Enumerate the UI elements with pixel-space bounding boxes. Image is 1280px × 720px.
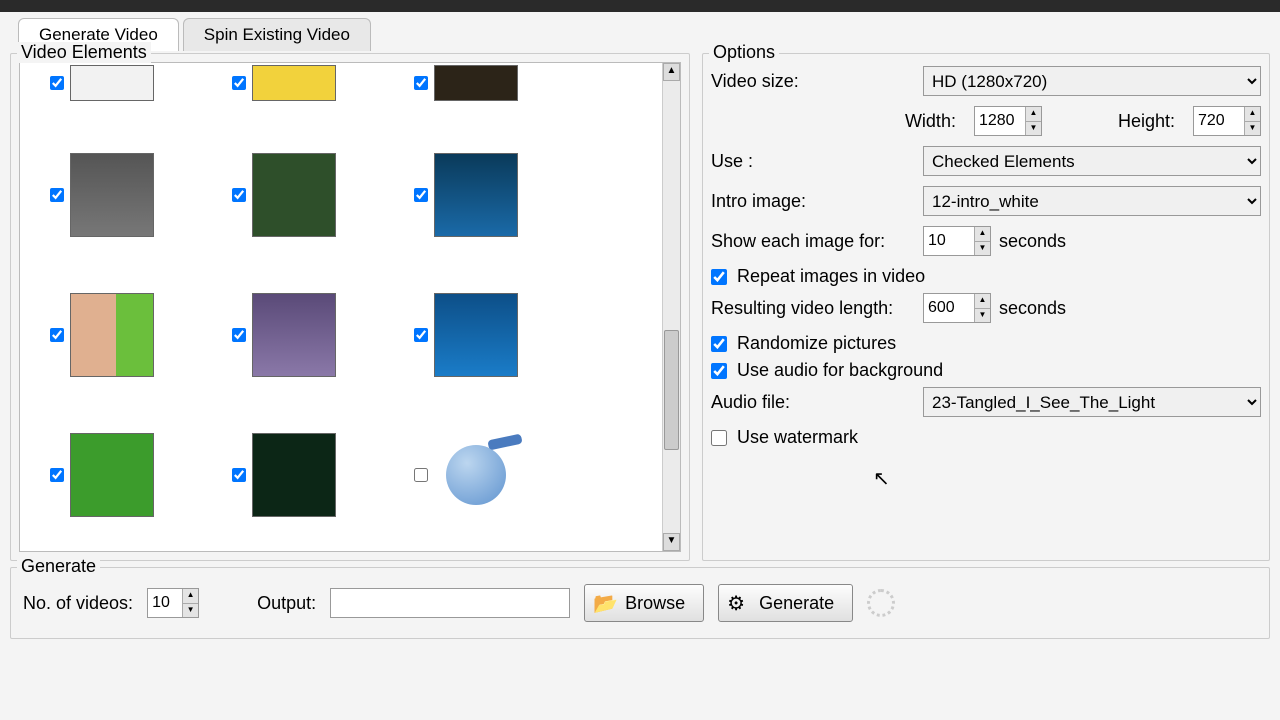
options-title: Options — [709, 42, 779, 63]
browse-button[interactable]: 📂Browse — [584, 584, 704, 622]
video-size-label: Video size: — [711, 71, 915, 92]
element-check[interactable] — [50, 188, 64, 202]
element-thumb[interactable] — [70, 433, 154, 517]
element-check[interactable] — [232, 328, 246, 342]
element-thumb[interactable] — [252, 293, 336, 377]
generate-group: Generate No. of videos: ▲▼ Output: 📂Brow… — [10, 567, 1270, 639]
element-check[interactable] — [50, 76, 64, 90]
height-label: Height: — [1118, 111, 1175, 132]
height-stepper[interactable]: ▲▼ — [1193, 106, 1261, 136]
element-thumb[interactable] — [70, 293, 154, 377]
no-videos-input[interactable] — [148, 589, 182, 617]
element-check[interactable] — [414, 76, 428, 90]
audio-file-label: Audio file: — [711, 392, 915, 413]
audio-file-select[interactable]: 23-Tangled_I_See_The_Light — [923, 387, 1261, 417]
length-stepper[interactable]: ▲▼ — [923, 293, 991, 323]
show-each-label: Show each image for: — [711, 231, 915, 252]
no-videos-label: No. of videos: — [23, 593, 133, 614]
scroll-up-icon[interactable]: ▲ — [663, 63, 680, 81]
tab-bar: Generate Video Spin Existing Video — [0, 12, 1280, 51]
repeat-label: Repeat images in video — [737, 266, 925, 287]
width-stepper[interactable]: ▲▼ — [974, 106, 1042, 136]
scrollbar[interactable]: ▲ ▼ — [662, 63, 680, 551]
element-thumb[interactable] — [434, 153, 518, 237]
folder-icon: 📂 — [593, 591, 618, 616]
length-label: Resulting video length: — [711, 298, 915, 319]
gear-icon: ⚙ — [727, 591, 745, 616]
use-audio-label: Use audio for background — [737, 360, 943, 381]
element-thumb[interactable] — [70, 153, 154, 237]
output-label: Output: — [257, 593, 316, 614]
element-check[interactable] — [232, 76, 246, 90]
randomize-checkbox[interactable] — [711, 336, 727, 352]
element-check[interactable] — [50, 328, 64, 342]
no-videos-stepper[interactable]: ▲▼ — [147, 588, 199, 618]
show-each-input[interactable] — [924, 227, 974, 255]
output-input[interactable] — [330, 588, 570, 618]
scroll-down-icon[interactable]: ▼ — [663, 533, 680, 551]
element-check[interactable] — [414, 188, 428, 202]
use-label: Use : — [711, 151, 915, 172]
show-each-stepper[interactable]: ▲▼ — [923, 226, 991, 256]
video-elements-title: Video Elements — [17, 42, 151, 63]
width-label: Width: — [905, 111, 956, 132]
element-thumb[interactable] — [70, 65, 154, 101]
watermark-checkbox[interactable] — [711, 430, 727, 446]
height-input[interactable] — [1194, 107, 1244, 135]
use-select[interactable]: Checked Elements — [923, 146, 1261, 176]
element-thumb[interactable] — [434, 293, 518, 377]
elements-scroll: ▲ ▼ — [19, 62, 681, 552]
element-check[interactable] — [50, 468, 64, 482]
randomize-label: Randomize pictures — [737, 333, 896, 354]
length-input[interactable] — [924, 294, 974, 322]
width-input[interactable] — [975, 107, 1025, 135]
seconds-label-2: seconds — [999, 298, 1066, 319]
audio-icon — [446, 445, 506, 505]
repeat-checkbox[interactable] — [711, 269, 727, 285]
element-thumb[interactable] — [252, 65, 336, 101]
progress-spinner-icon — [867, 589, 895, 617]
app-toolbar — [0, 0, 1280, 12]
generate-button[interactable]: ⚙Generate — [718, 584, 853, 622]
element-thumb[interactable] — [252, 433, 336, 517]
seconds-label: seconds — [999, 231, 1066, 252]
element-thumb[interactable] — [434, 65, 518, 101]
element-check[interactable] — [232, 468, 246, 482]
intro-select[interactable]: 12-intro_white — [923, 186, 1261, 216]
options-group: Options Video size: HD (1280x720) Width:… — [702, 53, 1270, 561]
video-elements-group: Video Elements — [10, 53, 690, 561]
tab-spin-existing[interactable]: Spin Existing Video — [183, 18, 371, 51]
use-audio-checkbox[interactable] — [711, 363, 727, 379]
generate-title: Generate — [17, 556, 100, 577]
watermark-label: Use watermark — [737, 427, 858, 448]
element-thumb-audio[interactable] — [434, 433, 518, 517]
scroll-thumb[interactable] — [664, 330, 679, 450]
element-check[interactable] — [414, 468, 428, 482]
intro-label: Intro image: — [711, 191, 915, 212]
element-check[interactable] — [232, 188, 246, 202]
element-thumb[interactable] — [252, 153, 336, 237]
video-size-select[interactable]: HD (1280x720) — [923, 66, 1261, 96]
element-check[interactable] — [414, 328, 428, 342]
